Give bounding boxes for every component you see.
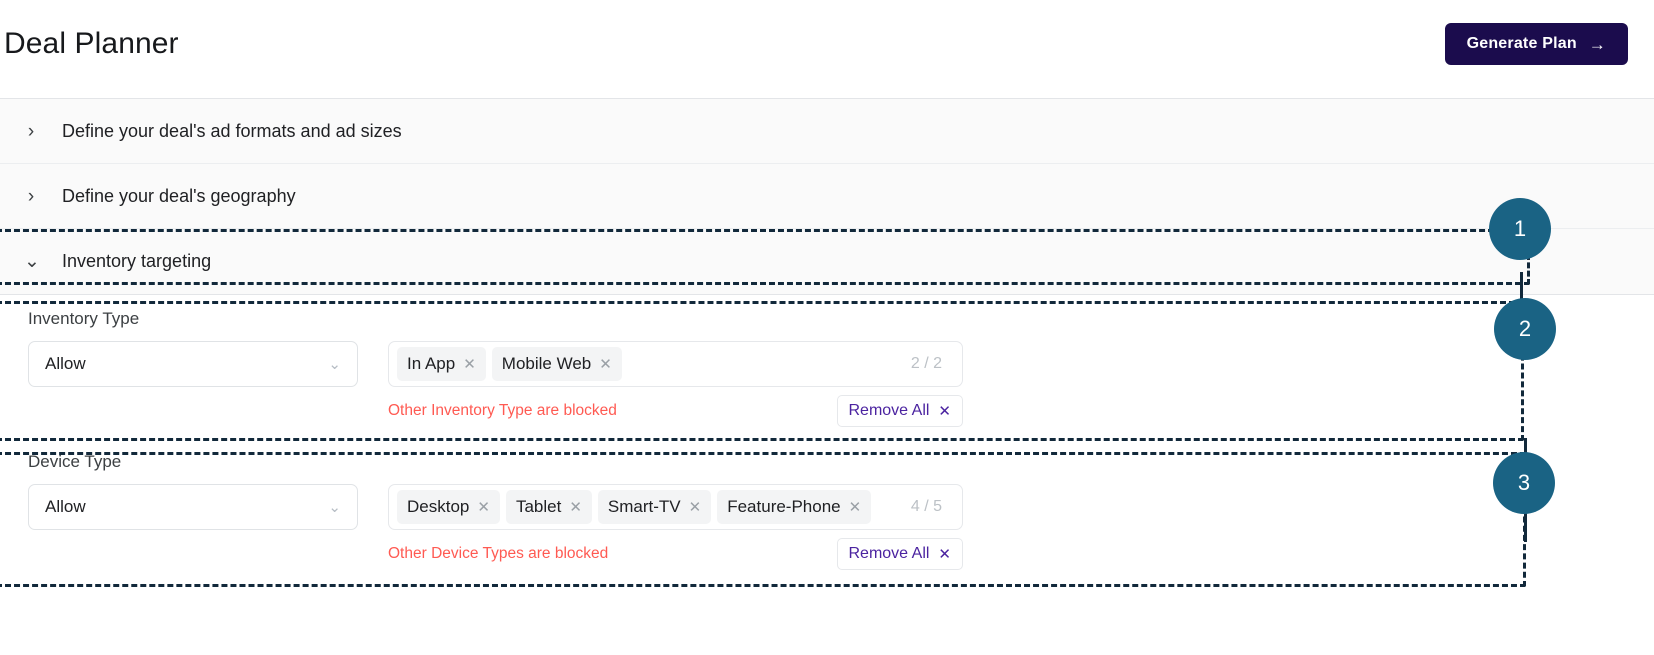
chevron-down-icon: ⌄ — [328, 498, 341, 516]
field-label-inventory-type: Inventory Type — [28, 309, 140, 328]
chip-item[interactable]: Smart-TV ✕ — [597, 490, 712, 524]
close-icon: ✕ — [938, 402, 951, 420]
chip-item[interactable]: Tablet ✕ — [505, 490, 592, 524]
field-inventory-type: Inventory Type Allow ⌄ In App ✕ Mobile W… — [0, 295, 1654, 438]
chip-label: Feature-Phone — [727, 497, 841, 516]
annotation-badge-3-number: 3 — [1517, 470, 1531, 495]
accordion-label-ad-formats: Define your deal's ad formats and ad siz… — [62, 120, 402, 141]
chevron-down-icon: ⌄ — [328, 355, 341, 373]
chip-label: Smart-TV — [607, 497, 681, 516]
deal-settings-panel: › Define your deal's ad formats and ad s… — [0, 98, 1654, 295]
device-type-selection-count: 4 / 5 — [910, 498, 942, 515]
device-type-mode-value: Allow — [45, 497, 86, 516]
annotation-badge-1-number: 1 — [1513, 216, 1527, 241]
inventory-type-mode-value: Allow — [45, 354, 86, 373]
chip-label: Tablet — [515, 497, 562, 516]
inventory-type-mode-select[interactable]: Allow ⌄ — [28, 341, 358, 387]
device-type-blocked-message: Other Device Types are blocked — [388, 545, 609, 562]
accordion-label-geography: Define your deal's geography — [62, 185, 296, 206]
annotation-connector-3-bottom — [1524, 512, 1527, 542]
chevron-right-icon: › — [27, 120, 35, 142]
chip-remove-icon[interactable]: ✕ — [599, 357, 612, 372]
page-header: Deal Planner Generate Plan → — [0, 0, 1654, 88]
generate-plan-button[interactable]: Generate Plan → — [1444, 23, 1628, 65]
chip-label: In App — [407, 354, 456, 373]
accordion-row-inventory-targeting[interactable]: ⌄ Inventory targeting — [0, 229, 1654, 294]
chip-remove-icon[interactable]: ✕ — [463, 357, 476, 372]
device-type-chips-input[interactable]: Desktop ✕ Tablet ✕ Smart-TV ✕ Feature-Ph… — [388, 484, 963, 530]
accordion-row-ad-formats[interactable]: › Define your deal's ad formats and ad s… — [0, 99, 1654, 164]
field-label-device-type: Device Type — [28, 452, 122, 471]
chip-item[interactable]: In App ✕ — [397, 347, 486, 381]
annotation-badge-2-number: 2 — [1518, 316, 1532, 341]
chip-item[interactable]: Mobile Web ✕ — [491, 347, 622, 381]
chevron-down-icon: ⌄ — [24, 251, 40, 272]
close-icon: ✕ — [938, 545, 951, 563]
device-type-remove-all-button[interactable]: Remove All ✕ — [836, 538, 963, 570]
remove-all-label: Remove All — [848, 402, 930, 419]
inventory-targeting-body: Inventory Type Allow ⌄ In App ✕ Mobile W… — [0, 295, 1654, 581]
chip-remove-icon[interactable]: ✕ — [689, 500, 702, 515]
annotation-badge-3: 3 — [1493, 452, 1555, 514]
chevron-right-icon: › — [27, 185, 35, 207]
chip-remove-icon[interactable]: ✕ — [569, 500, 582, 515]
inventory-type-chips-input[interactable]: In App ✕ Mobile Web ✕ 2 / 2 — [388, 341, 963, 387]
chip-item[interactable]: Feature-Phone ✕ — [717, 490, 872, 524]
chip-remove-icon[interactable]: ✕ — [477, 500, 490, 515]
page-title: Deal Planner — [4, 27, 179, 60]
accordion-row-geography[interactable]: › Define your deal's geography — [0, 164, 1654, 229]
accordion-label-inventory-targeting: Inventory targeting — [62, 251, 212, 271]
inventory-type-blocked-message: Other Inventory Type are blocked — [388, 402, 617, 419]
generate-plan-label: Generate Plan — [1466, 35, 1577, 52]
chip-label: Desktop — [407, 497, 470, 516]
chip-label: Mobile Web — [501, 354, 592, 373]
chip-remove-icon[interactable]: ✕ — [849, 500, 862, 515]
remove-all-label: Remove All — [848, 545, 930, 562]
inventory-type-selection-count: 2 / 2 — [910, 355, 942, 372]
chip-item[interactable]: Desktop ✕ — [397, 490, 500, 524]
annotation-badge-1: 1 — [1489, 198, 1551, 260]
arrow-right-icon: → — [1588, 34, 1606, 54]
field-device-type: Device Type Allow ⌄ Desktop ✕ Tablet ✕ S… — [0, 438, 1654, 581]
annotation-badge-2: 2 — [1494, 298, 1556, 360]
device-type-mode-select[interactable]: Allow ⌄ — [28, 484, 358, 530]
inventory-type-remove-all-button[interactable]: Remove All ✕ — [836, 395, 963, 427]
